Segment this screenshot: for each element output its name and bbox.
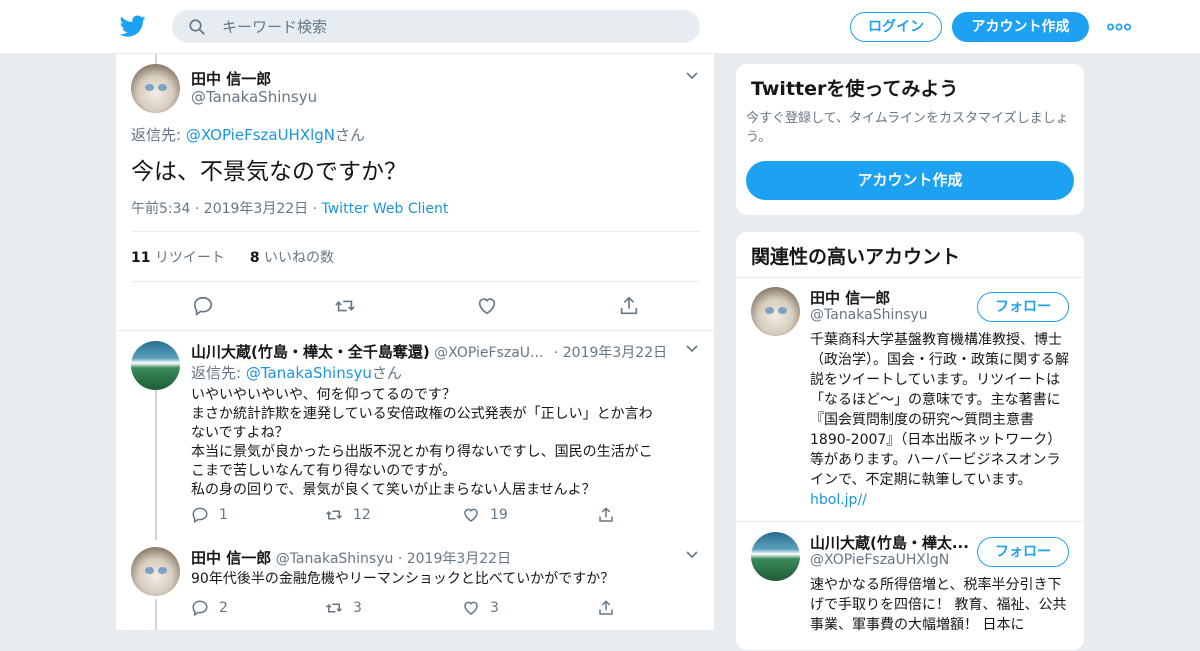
like-count: 19 (490, 507, 508, 523)
reply-count: 2 (219, 600, 228, 616)
heart-icon[interactable] (476, 295, 498, 317)
like-count: 3 (490, 600, 499, 616)
search-input[interactable] (222, 10, 682, 43)
retweet-icon[interactable] (325, 506, 343, 524)
promo-title: Twitterを使ってみよう (751, 78, 959, 100)
tweet-date[interactable]: · 2019年3月22日 (554, 345, 667, 361)
reply-count: 1 (219, 507, 228, 523)
top-navigation-bar: ログイン アカウント作成 (0, 0, 1200, 54)
retweet-count: 12 (353, 507, 371, 523)
client-link[interactable]: Twitter Web Client (322, 201, 449, 217)
search-icon (189, 19, 205, 35)
account-item[interactable]: 田中 信一郎 @TanakaShinsyu フォロー 千葉商科大学基盤教育機構准… (736, 277, 1084, 521)
divider (116, 330, 714, 331)
author-handle[interactable]: @XOPieFszaU... (434, 345, 543, 361)
tweet-text: 今は、不景気なのですか？ (131, 159, 407, 185)
tweet-stats: 11 リツイート 8 いいねの数 (131, 247, 334, 267)
tweet-timestamp[interactable]: 午前5:34 · 2019年3月22日 (131, 201, 308, 217)
reply-header: 山川大蔵(竹島・樺太・全千島奪還) @XOPieFszaU... · 2019年… (191, 341, 667, 362)
author-handle[interactable]: @TanakaShinsyu (276, 551, 394, 567)
tweet-meta: 午前5:34 · 2019年3月22日 · Twitter Web Client (131, 198, 448, 218)
follow-button[interactable]: フォロー (977, 537, 1069, 567)
heart-icon[interactable] (462, 599, 480, 617)
chevron-down-icon[interactable] (685, 342, 699, 356)
tweet-date[interactable]: · 2019年3月22日 (398, 551, 511, 567)
avatar[interactable] (131, 341, 180, 390)
meta-separator: · (308, 201, 322, 217)
tweet-text: 90年代後半の金融危機やリーマンショックと比べていかがですか？ (191, 571, 615, 587)
signup-button[interactable]: アカウント作成 (746, 161, 1074, 200)
more-dots-icon[interactable] (1107, 23, 1131, 31)
share-icon[interactable] (618, 295, 640, 317)
retweet-stat[interactable]: 11 リツイート (131, 250, 225, 266)
retweet-icon[interactable] (325, 599, 343, 617)
related-title: 関連性の高いアカウント (751, 246, 961, 268)
avatar[interactable] (131, 64, 180, 113)
like-stat[interactable]: 8 いいねの数 (250, 250, 334, 266)
tweet-actions (131, 292, 700, 320)
tweet-text: いやいやいやいや、何を仰ってるのです？ まさか統計詐欺を連発している安倍政権の公… (191, 387, 653, 498)
avatar[interactable] (131, 547, 180, 596)
tweet-actions: 2 3 3 (191, 599, 631, 619)
follow-button[interactable]: フォロー (977, 292, 1069, 322)
avatar[interactable] (751, 287, 800, 336)
author-name[interactable]: 田中 信一郎 (191, 68, 271, 89)
reply-tweet[interactable]: 田中 信一郎 @TanakaShinsyu · 2019年3月22日 90年代後… (116, 547, 714, 630)
promo-text: 今すぐ登録して、タイムラインをカスタマイズしましょう。 (746, 111, 1069, 145)
reply-context: 返信先: @XOPieFszaUHXlgNさん (131, 124, 365, 145)
reply-tweet[interactable]: 山川大蔵(竹島・樺太・全千島奪還) @XOPieFszaU... · 2019年… (116, 341, 714, 541)
chevron-down-icon[interactable] (685, 69, 699, 83)
twitter-bird-icon[interactable] (120, 13, 146, 39)
account-handle[interactable]: @TanakaShinsyu (810, 307, 928, 323)
bio-link[interactable]: hbol.jp// (810, 492, 867, 508)
account-name[interactable]: 田中 信一郎 (810, 287, 970, 308)
account-bio: 千葉商科大学基盤教育機構准教授、博士（政治学）。国会・行政・政策に関する解説をツ… (810, 332, 1069, 508)
account-item[interactable]: 山川大蔵(竹島・樺太... @XOPieFszaUHXlgN フォロー 速やかな… (736, 522, 1084, 650)
reply-to-link[interactable]: @TanakaShinsyu (246, 364, 372, 382)
thread-connector-line (155, 54, 157, 64)
chevron-down-icon[interactable] (685, 548, 699, 562)
account-bio: 速やかなる所得倍増と、税率半分引き下げで手取りを四倍に！ 教育、福祉、公共事業、… (810, 577, 1067, 633)
reply-context: 返信先: @TanakaShinsyuさん (191, 364, 691, 383)
reply-suffix: さん (335, 126, 366, 144)
retweet-count: 3 (353, 600, 362, 616)
reply-suffix: さん (371, 364, 402, 382)
reply-prefix: 返信先: (131, 126, 186, 144)
heart-icon[interactable] (462, 506, 480, 524)
tweet-actions: 1 12 19 (191, 506, 631, 526)
author-name[interactable]: 山川大蔵(竹島・樺太・全千島奪還) (191, 343, 430, 361)
reply-icon[interactable] (191, 506, 209, 524)
divider (131, 231, 700, 232)
author-name[interactable]: 田中 信一郎 (191, 549, 271, 567)
share-icon[interactable] (597, 506, 615, 524)
related-accounts-card: 関連性の高いアカウント 田中 信一郎 @TanakaShinsyu フォロー 千… (735, 231, 1085, 651)
share-icon[interactable] (597, 599, 615, 617)
author-handle[interactable]: @TanakaShinsyu (191, 88, 317, 106)
tweet-thread: 田中 信一郎 @TanakaShinsyu 返信先: @XOPieFszaUHX… (115, 54, 715, 630)
reply-icon[interactable] (191, 599, 209, 617)
divider (131, 281, 700, 282)
signup-promo-card: Twitterを使ってみよう 今すぐ登録して、タイムラインをカスタマイズしましょ… (735, 63, 1085, 216)
reply-header: 田中 信一郎 @TanakaShinsyu · 2019年3月22日 (191, 547, 511, 568)
reply-prefix: 返信先: (191, 364, 246, 382)
login-button[interactable]: ログイン (850, 12, 942, 42)
account-handle[interactable]: @XOPieFszaUHXlgN (810, 552, 949, 568)
reply-icon[interactable] (192, 295, 214, 317)
retweet-icon[interactable] (334, 295, 356, 317)
signup-button[interactable]: アカウント作成 (952, 12, 1089, 42)
account-name[interactable]: 山川大蔵(竹島・樺太... (810, 532, 970, 553)
avatar[interactable] (751, 532, 800, 581)
reply-to-link[interactable]: @XOPieFszaUHXlgN (186, 126, 335, 144)
search-box[interactable] (172, 10, 700, 43)
